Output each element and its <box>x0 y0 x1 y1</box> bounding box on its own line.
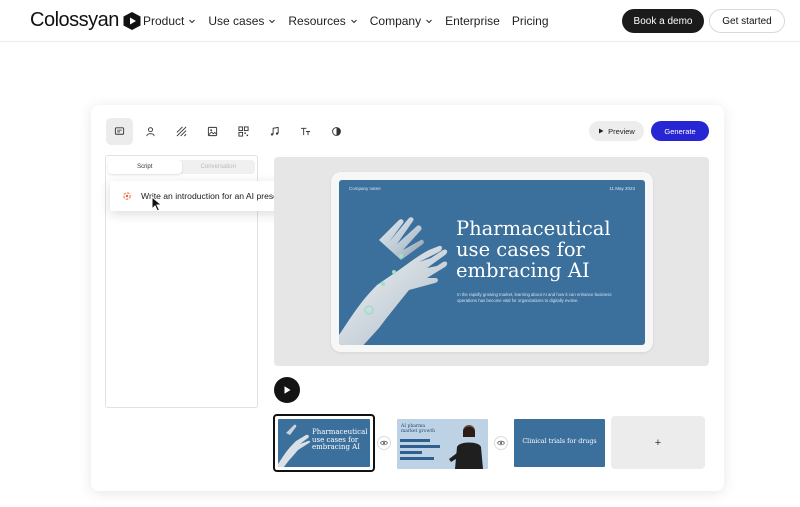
menu-item-use-cases[interactable]: Use cases <box>208 14 276 28</box>
plus-icon: + <box>654 436 662 449</box>
menu-item-label: Pricing <box>511 14 549 28</box>
play-icon <box>284 386 291 394</box>
menu-item-enterprise[interactable]: Enterprise <box>445 14 500 28</box>
chevron-down-icon <box>350 19 357 24</box>
eye-icon <box>497 440 505 446</box>
shape-icon <box>332 127 341 136</box>
bar-chart-thumb-image <box>400 439 440 460</box>
menu-item-label: Enterprise <box>445 14 500 28</box>
tool-font-size[interactable] <box>292 118 319 145</box>
tool-image[interactable] <box>199 118 226 145</box>
get-started-button[interactable]: Get started <box>709 9 785 33</box>
chevron-down-icon <box>189 19 196 24</box>
tool-avatar[interactable] <box>137 118 164 145</box>
script-tabs: Script Conversation <box>108 160 255 174</box>
stripes-icon <box>176 126 187 137</box>
top-navigation: Colossyan Product Use cases Resources Co… <box>0 0 800 42</box>
mouse-cursor-icon <box>151 196 163 212</box>
slide-date: 11 May 2023 <box>609 186 635 191</box>
thumbnail-1-title: Pharmaceutical use cases for embracing A… <box>312 428 368 452</box>
book-demo-button[interactable]: Book a demo <box>622 9 704 33</box>
main-menu: Product Use cases Resources Company Ente… <box>143 14 549 28</box>
menu-item-pricing[interactable]: Pricing <box>512 14 549 28</box>
logo[interactable]: Colossyan <box>30 9 142 32</box>
slide-company-name: Company name <box>349 186 381 191</box>
tool-music[interactable] <box>261 118 288 145</box>
tool-background[interactable] <box>168 118 195 145</box>
play-icon <box>599 128 604 134</box>
slide-preview[interactable]: Company name 11 May 2023 Pharmaceutical … <box>339 180 645 345</box>
slide-title: Pharmaceutical use cases for embracing A… <box>456 217 611 282</box>
generate-button[interactable]: Generate <box>651 121 709 141</box>
menu-item-label: Company <box>369 14 422 28</box>
menu-item-resources[interactable]: Resources <box>288 14 357 28</box>
presenter-avatar-image <box>449 425 483 469</box>
transition-button-2[interactable] <box>494 436 508 450</box>
slide-body-text: In the rapidly growing market, learning … <box>457 292 612 303</box>
preview-button[interactable]: Preview <box>589 121 644 141</box>
transition-button-1[interactable] <box>377 436 391 450</box>
text-icon <box>114 127 125 135</box>
tool-shape[interactable] <box>323 118 350 145</box>
editor-toolbar <box>106 118 350 145</box>
chevron-down-icon <box>426 19 432 24</box>
menu-item-label: Product <box>143 14 185 28</box>
image-icon <box>207 126 218 137</box>
tab-conversation[interactable]: Conversation <box>182 160 256 174</box>
font-size-icon <box>300 127 311 136</box>
menu-item-label: Resources <box>288 14 346 28</box>
menu-item-product[interactable]: Product <box>143 14 196 28</box>
scene-thumbnail-2[interactable]: AI pharma market growth <box>397 419 488 469</box>
menu-item-label: Use cases <box>208 14 265 28</box>
eye-icon <box>380 440 388 446</box>
ai-sparkle-icon <box>122 191 132 201</box>
thumbnail-3-title: Clinical trials for drugs <box>522 438 597 445</box>
scene-thumbnail-3[interactable]: Clinical trials for drugs <box>514 419 605 467</box>
qr-icon <box>238 126 249 137</box>
person-icon <box>146 127 155 137</box>
robot-hand-image <box>339 217 448 345</box>
add-scene-button[interactable]: + <box>611 416 705 469</box>
robot-hand-thumb-image <box>278 424 311 467</box>
tool-qr[interactable] <box>230 118 257 145</box>
music-icon <box>270 126 279 136</box>
scene-thumbnail-1[interactable]: Pharmaceutical use cases for embracing A… <box>278 419 370 467</box>
preview-label: Preview <box>608 126 635 136</box>
thumbnail-2-title: AI pharma market growth <box>401 424 436 434</box>
menu-item-company[interactable]: Company <box>370 14 433 28</box>
play-button[interactable] <box>274 377 300 403</box>
tool-text[interactable] <box>106 118 133 145</box>
chevron-down-icon <box>269 19 276 24</box>
logo-play-icon <box>123 11 141 30</box>
logo-text: Colossyan <box>30 9 119 31</box>
tab-script[interactable]: Script <box>108 160 182 174</box>
